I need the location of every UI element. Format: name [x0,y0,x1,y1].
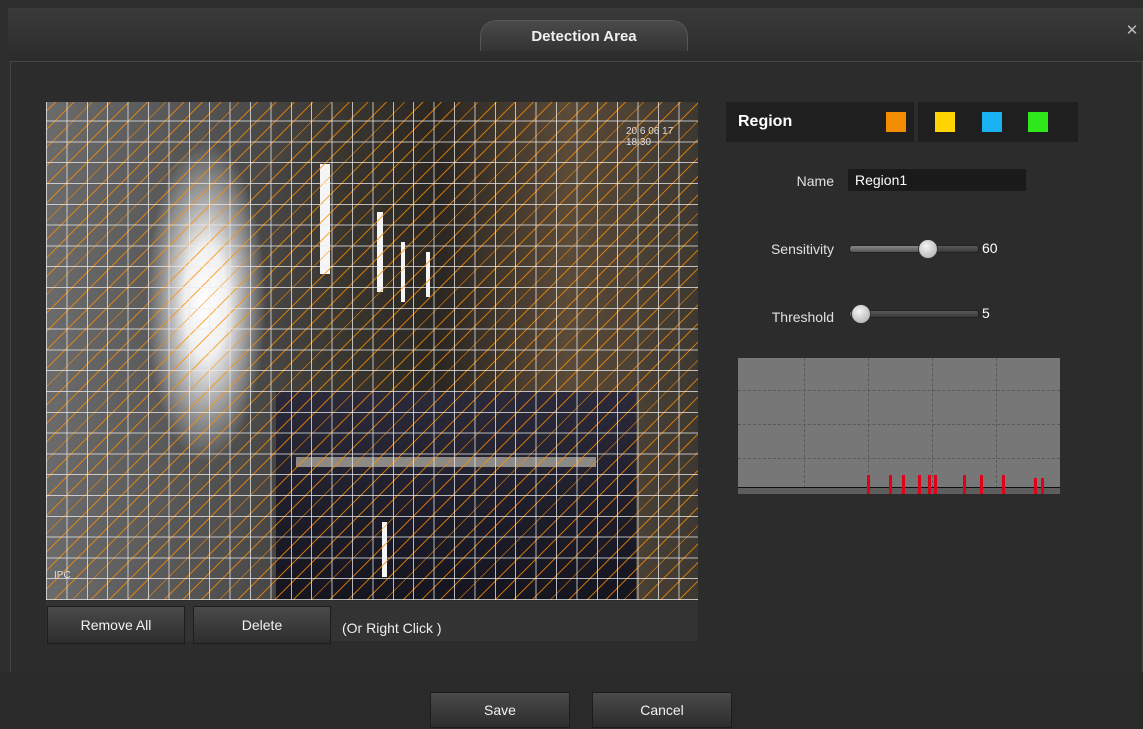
threshold-slider[interactable] [849,304,979,324]
detection-area-dialog: Detection Area ✕ 20 6 06 17 18:30 IPC Re… [0,0,1143,729]
motion-bar [980,475,983,494]
graph-baseline [738,487,1060,488]
motion-bar [918,475,921,494]
detection-grid[interactable] [46,102,698,600]
graph-gridline [738,424,1060,425]
graph-gridline [738,390,1060,391]
dialog-footer [0,672,1143,729]
graph-bottom-band [738,488,1060,494]
sensitivity-slider[interactable] [849,239,979,259]
region-color-orange[interactable] [886,112,906,132]
delete-button[interactable]: Delete [193,606,331,644]
close-icon[interactable]: ✕ [1125,23,1139,38]
title-bar: Detection Area ✕ [8,8,1143,60]
motion-bar [867,475,870,494]
name-field[interactable] [848,169,1026,191]
region-color-blue[interactable] [982,112,1002,132]
region-color-green[interactable] [1028,112,1048,132]
motion-bar [1002,475,1005,494]
swatch-divider [914,102,918,142]
motion-bar [1034,478,1037,494]
sensitivity-value: 60 [982,240,998,256]
motion-bar [963,475,966,494]
graph-gridline [932,358,933,488]
threshold-thumb[interactable] [851,304,871,324]
motion-bar [1041,478,1044,494]
sensitivity-label: Sensitivity [770,241,834,257]
region-selector: Region [726,102,1078,142]
motion-bar [889,475,892,494]
region-label: Region [738,113,793,130]
motion-bar [934,475,937,494]
region-color-yellow[interactable] [935,112,955,132]
sensitivity-thumb[interactable] [918,239,938,259]
remove-all-button[interactable]: Remove All [47,606,185,644]
graph-gridline [804,358,805,488]
graph-gridline [738,458,1060,459]
right-click-hint: (Or Right Click ) [342,620,442,636]
graph-gridline [868,358,869,488]
threshold-value: 5 [982,305,990,321]
motion-graph [738,358,1060,494]
osd-timestamp: 20 6 06 17 18:30 [626,126,674,148]
graph-gridline [996,358,997,488]
dialog-title: Detection Area [480,20,688,51]
save-button[interactable]: Save [430,692,570,728]
motion-bar [928,475,931,494]
video-preview[interactable]: 20 6 06 17 18:30 IPC [46,102,698,600]
cancel-button[interactable]: Cancel [592,692,732,728]
sensitivity-fill [850,246,927,252]
motion-bar [902,475,905,494]
name-label: Name [796,173,834,189]
threshold-label: Threshold [771,309,834,325]
osd-channel-name: IPC [54,570,71,581]
